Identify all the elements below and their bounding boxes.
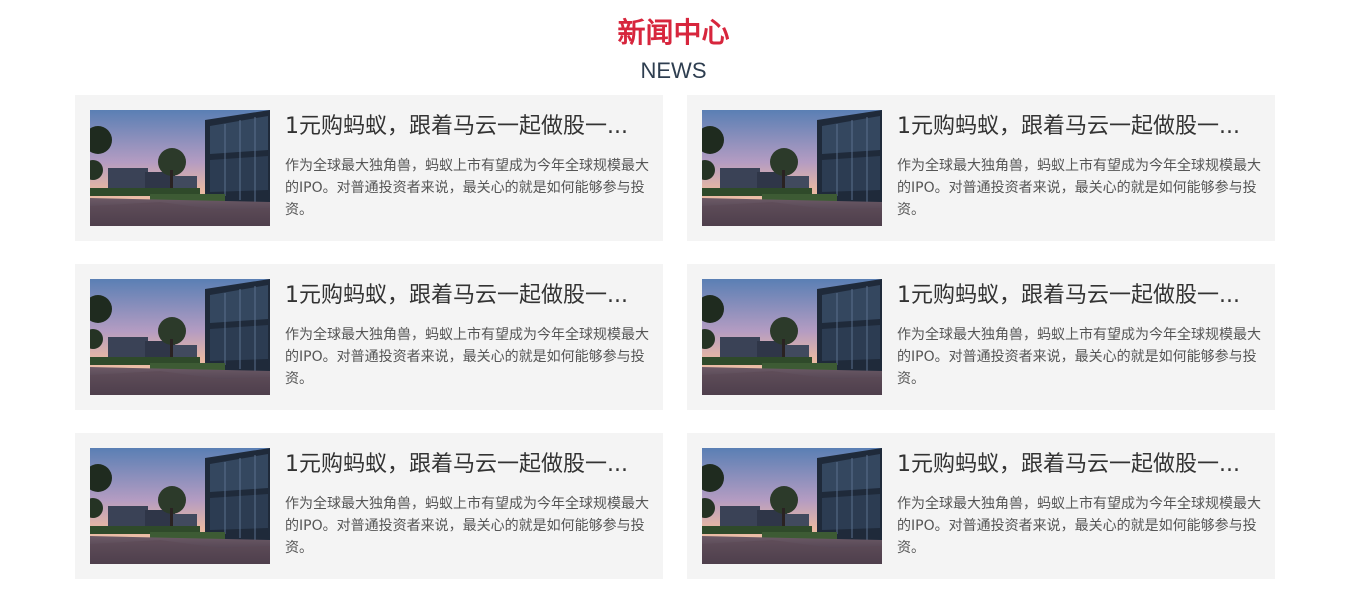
news-description: 作为全球最大独角兽，蚂蚁上市有望成为今年全球规模最大的IPO。对普通投资者来说，… xyxy=(897,327,1261,387)
news-description: 作为全球最大独角兽，蚂蚁上市有望成为今年全球规模最大的IPO。对普通投资者来说，… xyxy=(285,327,649,387)
news-card[interactable]: 1元购蚂蚁，跟着马云一起做股一... 作为全球最大独角兽，蚂蚁上市有望成为今年全… xyxy=(75,433,663,579)
news-thumbnail-image[interactable] xyxy=(90,448,270,564)
news-title[interactable]: 1元购蚂蚁，跟着马云一起做股一... xyxy=(285,111,650,143)
section-subtitle: NEWS xyxy=(640,58,707,83)
news-description: 作为全球最大独角兽，蚂蚁上市有望成为今年全球规模最大的IPO。对普通投资者来说，… xyxy=(897,158,1261,218)
news-thumbnail-image[interactable] xyxy=(702,279,882,395)
news-title[interactable]: 1元购蚂蚁，跟着马云一起做股一... xyxy=(897,111,1262,143)
news-thumbnail-image[interactable] xyxy=(90,110,270,226)
section-title: 新闻中心 xyxy=(617,16,730,49)
news-title[interactable]: 1元购蚂蚁，跟着马云一起做股一... xyxy=(897,280,1262,312)
news-thumbnail-image[interactable] xyxy=(702,110,882,226)
news-description: 作为全球最大独角兽，蚂蚁上市有望成为今年全球规模最大的IPO。对普通投资者来说，… xyxy=(897,496,1261,556)
news-thumbnail-image[interactable] xyxy=(90,279,270,395)
news-card[interactable]: 1元购蚂蚁，跟着马云一起做股一... 作为全球最大独角兽，蚂蚁上市有望成为今年全… xyxy=(75,264,663,410)
news-thumbnail-image[interactable] xyxy=(702,448,882,564)
news-title[interactable]: 1元购蚂蚁，跟着马云一起做股一... xyxy=(285,280,650,312)
news-card[interactable]: 1元购蚂蚁，跟着马云一起做股一... 作为全球最大独角兽，蚂蚁上市有望成为今年全… xyxy=(687,95,1275,241)
news-title[interactable]: 1元购蚂蚁，跟着马云一起做股一... xyxy=(897,449,1262,481)
news-description: 作为全球最大独角兽，蚂蚁上市有望成为今年全球规模最大的IPO。对普通投资者来说，… xyxy=(285,496,649,556)
news-description: 作为全球最大独角兽，蚂蚁上市有望成为今年全球规模最大的IPO。对普通投资者来说，… xyxy=(285,158,649,218)
news-title[interactable]: 1元购蚂蚁，跟着马云一起做股一... xyxy=(285,449,650,481)
news-card[interactable]: 1元购蚂蚁，跟着马云一起做股一... 作为全球最大独角兽，蚂蚁上市有望成为今年全… xyxy=(75,95,663,241)
news-grid: 1元购蚂蚁，跟着马云一起做股一... 作为全球最大独角兽，蚂蚁上市有望成为今年全… xyxy=(75,95,1275,579)
news-card[interactable]: 1元购蚂蚁，跟着马云一起做股一... 作为全球最大独角兽，蚂蚁上市有望成为今年全… xyxy=(687,433,1275,579)
news-card[interactable]: 1元购蚂蚁，跟着马云一起做股一... 作为全球最大独角兽，蚂蚁上市有望成为今年全… xyxy=(687,264,1275,410)
